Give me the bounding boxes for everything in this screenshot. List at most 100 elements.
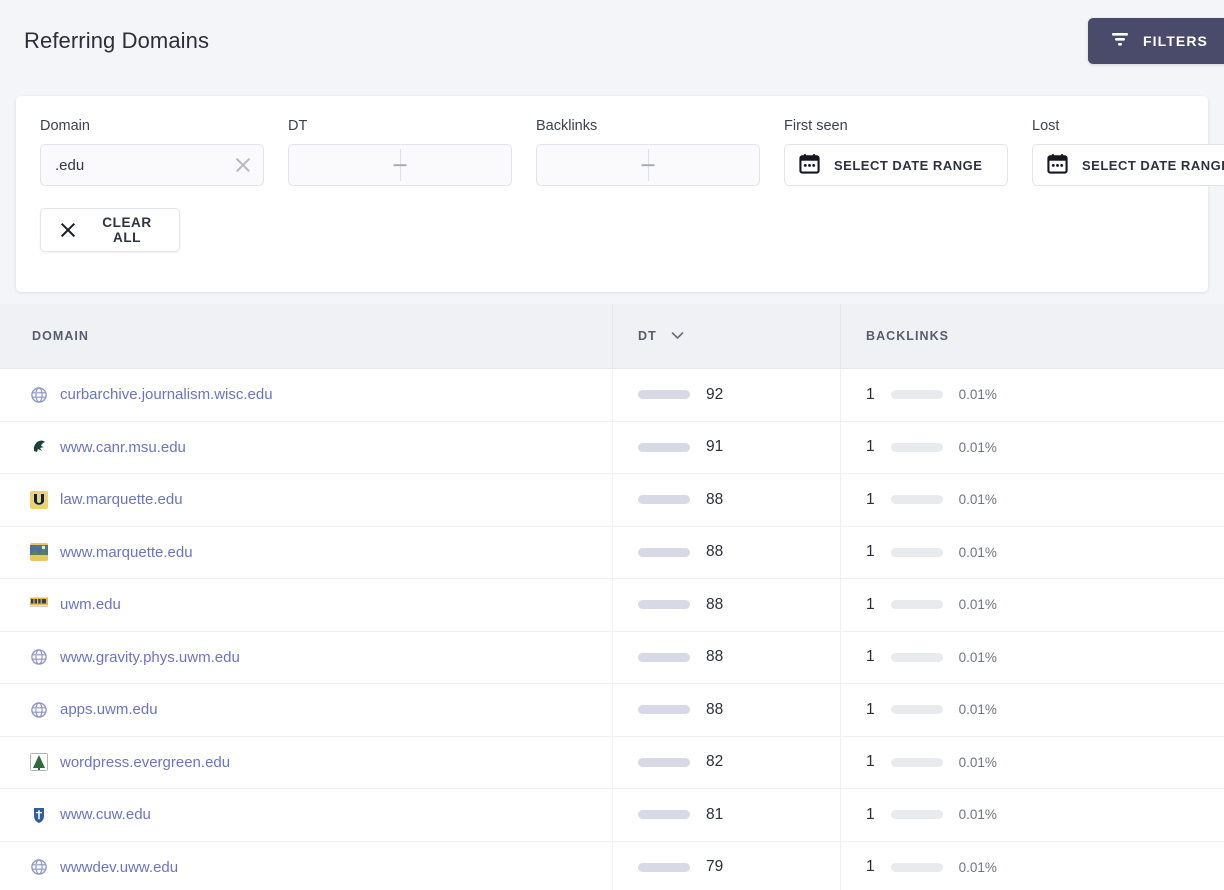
cell-dt: 88 [612,474,840,526]
dt-value: 92 [706,385,724,403]
table-row[interactable]: www.cuw.edu 81 1 0.01% [0,789,1224,842]
backlinks-filter-label: Backlinks [536,118,598,134]
dt-filter-label: DT [288,118,308,134]
dt-range-dash-icon [393,164,407,166]
table-row[interactable]: www.marquette.edu 88 1 0.01% [0,526,1224,579]
dt-value: 82 [706,753,724,771]
domain-link[interactable]: uwm.edu [60,596,121,613]
cell-dt: 88 [612,631,840,683]
cell-backlinks: 1 0.01% [840,579,1224,631]
backlinks-bar [890,442,943,452]
cell-dt: 88 [612,684,840,736]
dt-bar [638,810,690,820]
backlinks-percent: 0.01% [958,492,997,508]
backlinks-bar [890,705,943,715]
cell-backlinks: 1 0.01% [840,631,1224,683]
table-row[interactable]: law.marquette.edu 88 1 0.01% [0,474,1224,527]
domain-link[interactable]: curbarchive.journalism.wisc.edu [60,386,273,403]
dt-value: 81 [706,805,724,823]
backlinks-bar [890,547,943,557]
cell-dt: 88 [612,526,840,578]
table-body: curbarchive.journalism.wisc.edu 92 1 0.01% w… [0,369,1224,890]
cell-dt: 81 [612,789,840,841]
column-header-dt[interactable]: DT [612,304,840,368]
cell-dt: 79 [612,841,840,890]
dt-bar [638,862,690,872]
cell-domain: wordpress.evergreen.edu [0,737,612,789]
domain-filter-label: Domain [40,118,90,134]
marquette-law-favicon [30,490,48,509]
dt-value: 91 [706,438,724,456]
backlinks-count: 1 [866,595,875,613]
filter-field-dt: DT [288,118,512,186]
dt-bar [638,547,690,557]
domain-link[interactable]: www.canr.msu.edu [60,439,186,456]
referring-domains-table: DOMAIN DT BACKLINKS curbarchive.journali… [0,304,1224,890]
table-row[interactable]: uwm.edu 88 1 0.01% [0,579,1224,632]
cell-domain: apps.uwm.edu [0,684,612,736]
first-seen-filter-label: First seen [784,118,848,134]
uwm-favicon [30,595,48,614]
column-header-backlinks[interactable]: BACKLINKS [840,304,1224,368]
cell-domain: www.canr.msu.edu [0,422,612,474]
backlinks-filter-range[interactable] [536,144,760,186]
filter-field-domain: Domain .edu [40,118,264,186]
dt-value: 88 [706,595,724,613]
backlinks-percent: 0.01% [958,649,997,665]
column-header-domain[interactable]: DOMAIN [0,304,612,368]
domain-link[interactable]: apps.uwm.edu [60,701,158,718]
cell-backlinks: 1 0.01% [840,736,1224,788]
domain-link[interactable]: www.cuw.edu [60,806,151,823]
table-row[interactable]: www.canr.msu.edu 91 1 0.01% [0,421,1224,474]
cell-domain: law.marquette.edu [0,474,612,526]
cell-backlinks: 1 0.01% [840,369,1224,421]
cell-backlinks: 1 0.01% [840,526,1224,578]
dt-bar [638,757,690,767]
backlinks-percent: 0.01% [958,859,997,875]
table-row[interactable]: wordpress.evergreen.edu 82 1 0.01% [0,736,1224,789]
dt-bar [638,652,690,662]
page-header: Referring Domains FILTERS [0,0,1224,82]
dt-bar [638,600,690,610]
dt-bar [638,495,690,505]
lost-date-range-button[interactable]: SELECT DATE RANGE [1032,144,1224,186]
backlinks-count: 1 [866,700,875,718]
domain-link[interactable]: wordpress.evergreen.edu [60,754,230,771]
msu-spartan-favicon [30,438,48,457]
cell-dt: 91 [612,421,840,473]
first-seen-date-range-label: SELECT DATE RANGE [834,157,983,173]
filter-field-lost: Lost SELECT DATE RANGE [1032,118,1224,186]
filter-funnel-icon [1110,31,1130,52]
cell-backlinks: 1 0.01% [840,789,1224,841]
filters-button[interactable]: FILTERS [1088,18,1224,64]
globe-icon [30,386,48,404]
backlinks-count: 1 [866,648,875,666]
filter-panel: Domain .edu DT Backlinks First seen SELE… [16,96,1224,292]
calendar-icon [799,153,820,177]
table-row[interactable]: apps.uwm.edu 88 1 0.01% [0,684,1224,737]
domain-link[interactable]: www.gravity.phys.uwm.edu [60,649,240,666]
domain-filter-clear-icon[interactable] [233,155,253,175]
table-row[interactable]: www.gravity.phys.uwm.edu 88 1 0.01% [0,631,1224,684]
table-row[interactable]: wwwdev.uww.edu 79 1 0.01% [0,841,1224,890]
first-seen-date-range-button[interactable]: SELECT DATE RANGE [784,144,1008,186]
dt-filter-range[interactable] [288,144,512,186]
clear-all-button[interactable]: CLEAR ALL [40,208,180,252]
domain-link[interactable]: wwwdev.uww.edu [60,859,178,876]
domain-link[interactable]: law.marquette.edu [60,491,183,508]
domain-link[interactable]: www.marquette.edu [60,544,193,561]
domain-filter-input[interactable]: .edu [40,144,264,186]
globe-icon [30,648,48,666]
cell-backlinks: 1 0.01% [840,474,1224,526]
domain-filter-value: .edu [55,156,85,174]
column-header-backlinks-label: BACKLINKS [866,329,950,343]
chevron-down-icon[interactable] [671,329,684,343]
backlinks-bar [890,652,943,662]
dt-value: 88 [706,700,724,718]
clear-all-label: CLEAR ALL [102,215,152,245]
backlinks-percent: 0.01% [958,754,997,770]
backlinks-percent: 0.01% [958,597,997,613]
table-row[interactable]: curbarchive.journalism.wisc.edu 92 1 0.01% [0,369,1224,422]
dt-bar [638,705,690,715]
globe-icon [30,858,48,876]
